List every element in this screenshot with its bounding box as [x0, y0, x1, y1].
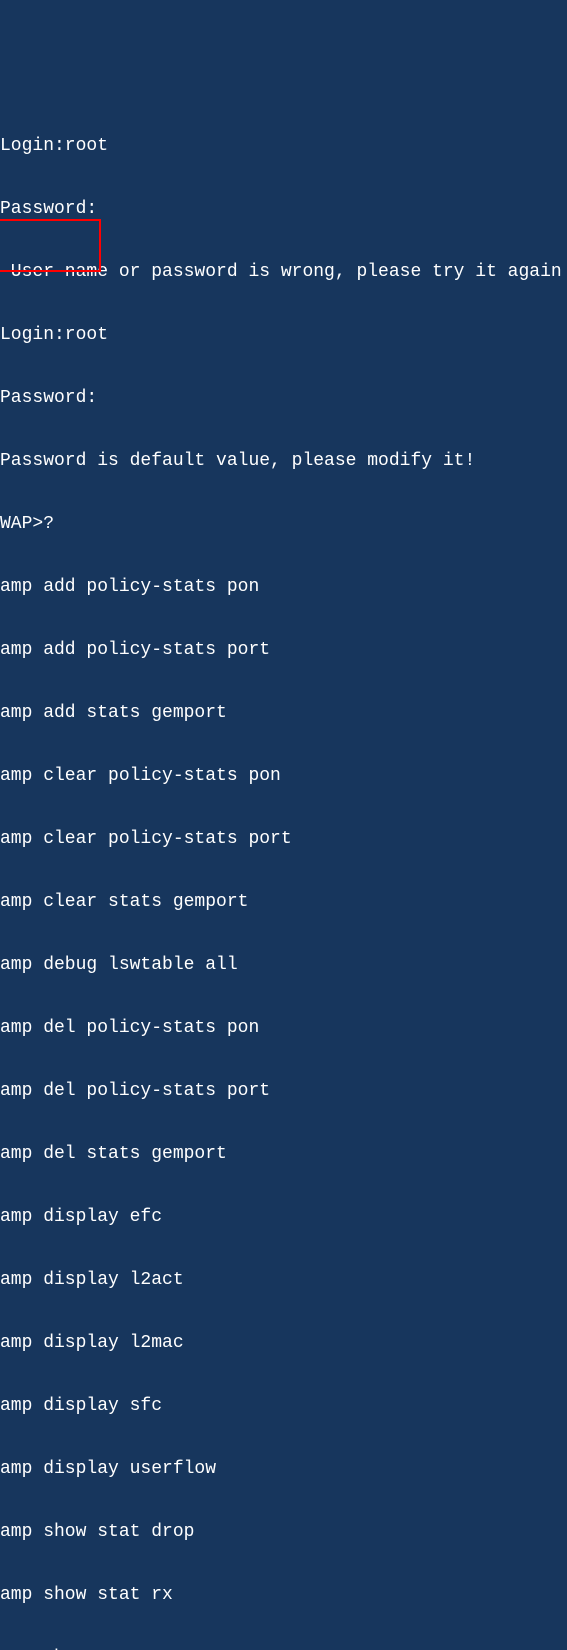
terminal-window[interactable]: Login:root Password: User name or passwo… — [0, 94, 567, 1650]
command-output-line: amp display efc — [0, 1207, 567, 1228]
password-warning-line: Password is default value, please modify… — [0, 451, 567, 472]
command-output-line: amp display l2act — [0, 1270, 567, 1291]
command-output-line: amp show stat tx — [0, 1648, 567, 1650]
command-output-line: amp show stat drop — [0, 1522, 567, 1543]
command-output-line: amp clear stats gemport — [0, 892, 567, 913]
command-output-line: amp del stats gemport — [0, 1144, 567, 1165]
command-output-line: amp show stat rx — [0, 1585, 567, 1606]
command-output-line: amp add policy-stats pon — [0, 577, 567, 598]
login-prompt-line: Login:root — [0, 136, 567, 157]
command-output-line: amp display userflow — [0, 1459, 567, 1480]
command-output-line: amp debug lswtable all — [0, 955, 567, 976]
command-output-line: amp display l2mac — [0, 1333, 567, 1354]
command-output-line: amp add policy-stats port — [0, 640, 567, 661]
login-error-line: User name or password is wrong, please t… — [0, 262, 567, 283]
password-prompt-line: Password: — [0, 388, 567, 409]
command-prompt-line[interactable]: WAP>? — [0, 514, 567, 535]
command-output-line: amp clear policy-stats port — [0, 829, 567, 850]
password-prompt-line: Password: — [0, 199, 567, 220]
command-output-line: amp add stats gemport — [0, 703, 567, 724]
command-output-line: amp del policy-stats port — [0, 1081, 567, 1102]
command-output-line: amp clear policy-stats pon — [0, 766, 567, 787]
command-output-line: amp del policy-stats pon — [0, 1018, 567, 1039]
command-output-line: amp display sfc — [0, 1396, 567, 1417]
login-prompt-line: Login:root — [0, 325, 567, 346]
